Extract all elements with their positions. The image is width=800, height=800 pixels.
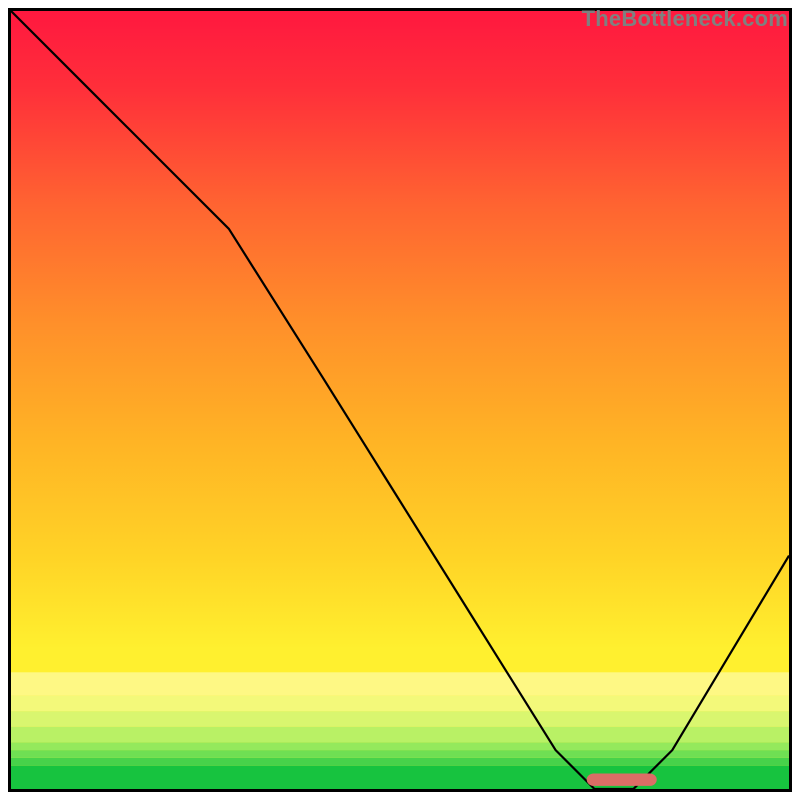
- chart-svg: [11, 11, 789, 789]
- bottom-color-bands: [11, 672, 789, 789]
- watermark-text: TheBottleneck.com: [582, 6, 788, 32]
- chart-frame: TheBottleneck.com: [0, 0, 800, 800]
- optimal-region-marker: [587, 773, 657, 785]
